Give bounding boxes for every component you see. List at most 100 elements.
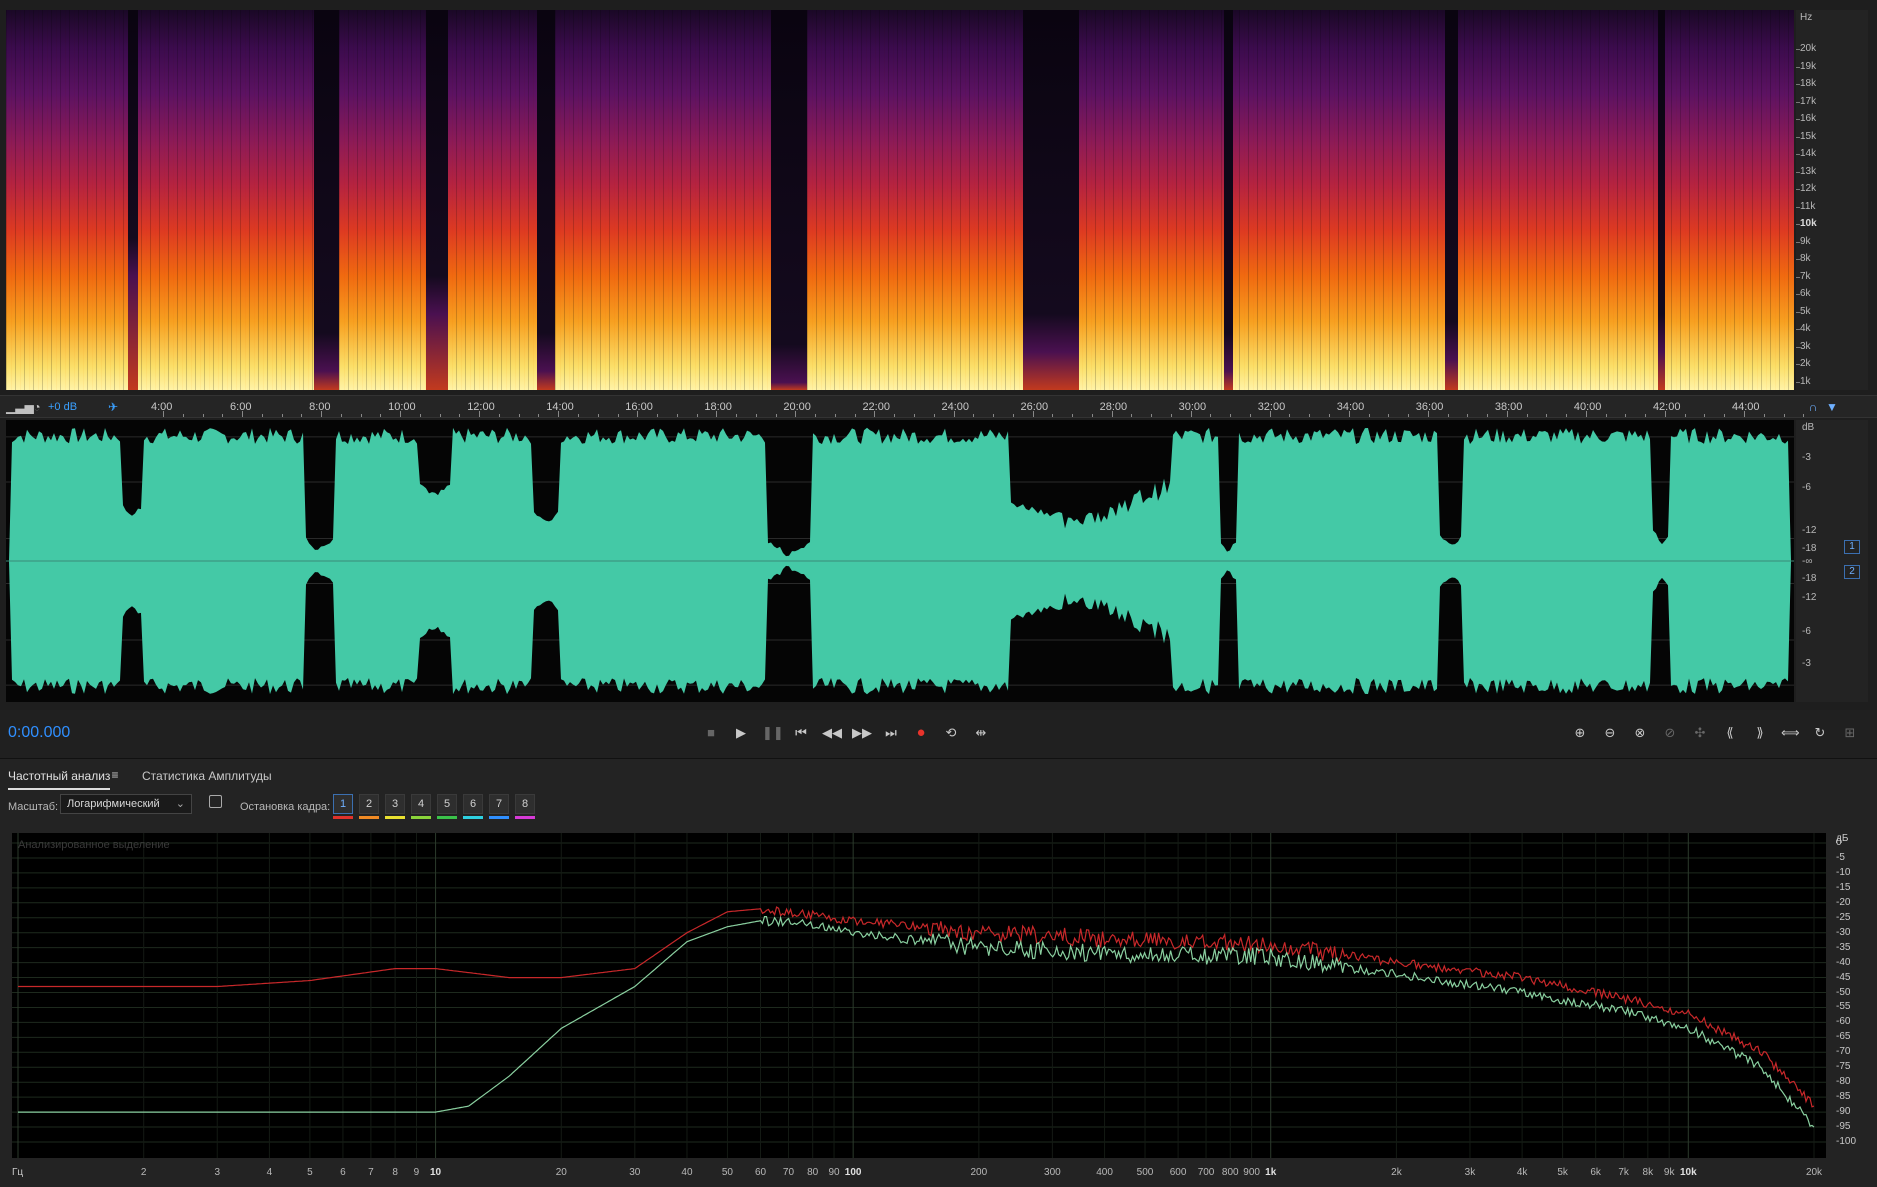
time-tick [933,414,935,417]
time-tick [1408,414,1410,417]
x-axis-label: 7k [1618,1167,1629,1178]
time-tick [400,411,402,417]
tab-amplitude-statistics[interactable]: Статистика Амплитуды [142,769,272,788]
pause-button[interactable]: ❚❚ [762,724,784,742]
timeline-ruler[interactable]: ▁▃▅ ◔ +0 dB ✈ 4:00 6:00 8:00 10:00 12:00 14:0… [0,395,1877,418]
time-tick [1170,414,1172,417]
channel-1-badge[interactable]: 1 [1844,540,1860,554]
time-tick [439,414,441,417]
db-label: -6 [1802,482,1811,493]
zoom-out-amplitude-icon[interactable]: ⊖ [1601,724,1619,742]
hz-tick [1796,66,1800,68]
time-tick [1763,414,1765,417]
stop-button[interactable]: ■ [702,724,720,742]
x-axis-label: 6k [1590,1167,1601,1178]
channel-2-badge[interactable]: 2 [1844,565,1860,579]
frequency-analysis-chart[interactable]: Анализированное выделение [12,833,1826,1158]
frame-hold-button-1[interactable]: 1 [333,794,353,814]
skip-selection-button[interactable]: ⇹ [972,724,990,742]
go-to-start-button[interactable]: ⏮ [792,724,810,742]
loop-button[interactable]: ⟲ [942,724,960,742]
play-button[interactable]: ▶ [732,724,750,742]
gain-knob-icon[interactable]: ◔ [30,400,44,414]
hz-label: 8k [1800,253,1811,264]
time-label: 20:00 [783,401,811,413]
frame-hold-button-3[interactable]: 3 [385,794,405,814]
time-tick [558,411,560,417]
hz-label: 19k [1800,60,1817,72]
frame-hold-button-4[interactable]: 4 [411,794,431,814]
time-tick [1467,414,1469,417]
rewind-button[interactable]: ◀◀ [822,724,842,742]
gain-value[interactable]: +0 dB [48,401,77,413]
zoom-full-icon[interactable]: ⟺ [1781,724,1800,742]
time-tick [1032,411,1034,417]
hz-tick [1796,259,1800,260]
marker-icon[interactable]: ▼ [1825,400,1839,414]
spectrogram-gap [127,10,139,390]
time-tick [1803,414,1805,417]
tab-frequency-analysis[interactable]: Частотный анализ [8,769,111,790]
frame-hold-button-7[interactable]: 7 [489,794,509,814]
x-axis-label: 100 [844,1167,862,1178]
zoom-fit-icon[interactable]: ⊞ [1841,724,1859,742]
signal-meter-icon[interactable]: ▁▃▅ [6,400,34,414]
hz-label: 4k [1800,323,1811,334]
zoom-in-right-icon[interactable]: ⟫ [1751,724,1769,742]
zoom-selection-icon[interactable]: ⊘ [1661,724,1679,742]
go-to-end-button[interactable]: ⏭ [882,724,900,742]
frame-snapshot-icon[interactable] [209,795,222,808]
time-tick [261,414,263,417]
frame-hold-label: Остановка кадра: [240,801,331,813]
y-axis-label: -20 [1836,896,1851,908]
zoom-history-icon[interactable]: ↻ [1811,724,1829,742]
pin-icon[interactable]: ✈ [106,400,120,414]
frame-hold-button-8[interactable]: 8 [515,794,535,814]
hz-label: 9k [1800,235,1811,247]
spectral-frequency-display[interactable] [6,10,1794,390]
x-axis-label: 300 [1044,1167,1061,1178]
frame-color-swatch [515,816,535,819]
time-tick [1151,414,1153,417]
y-axis-label: -75 [1836,1061,1851,1073]
time-label: 18:00 [704,401,732,413]
time-tick [913,414,915,417]
panel-menu-icon[interactable]: ≡ [106,766,124,784]
headphones-icon[interactable]: ∩ [1806,400,1820,414]
x-axis-label: 8 [392,1167,398,1178]
time-tick [459,414,461,417]
x-axis-label: 500 [1136,1167,1154,1178]
record-button[interactable]: ● [912,724,930,742]
scale-label: Масштаб: [8,801,59,813]
fast-forward-button[interactable]: ▶▶ [852,724,872,742]
scale-select[interactable]: Логарифмический ⌄ [60,794,192,814]
x-axis-label: 3k [1464,1167,1476,1178]
time-tick [1783,414,1785,417]
y-axis-label: -60 [1836,1016,1851,1028]
zoom-in-left-icon[interactable]: ⟪ [1721,724,1739,742]
y-axis-label: 0 [1836,837,1842,848]
time-tick [755,414,757,417]
zoom-center-icon[interactable]: ✣ [1691,724,1709,742]
current-time-display[interactable]: 0:00.000 [8,724,70,742]
frame-hold-button-5[interactable]: 5 [437,794,457,814]
x-axis-label: 30 [629,1167,641,1178]
time-tick [1052,414,1054,417]
x-axis-label: 20 [555,1167,567,1178]
amplitude-ruler: dB -3 -6 -12 -18 -∞ -18 -12 -6 -3 1 2 [1796,420,1868,702]
scale-select-value: Логарифмический [67,798,160,810]
time-tick [380,414,382,417]
time-label: 38:00 [1494,401,1523,413]
time-tick [538,414,540,417]
waveform-display[interactable] [6,420,1794,702]
spectrogram-gap [1223,10,1233,390]
x-axis-label: 1k [1265,1167,1277,1178]
zoom-reset-icon[interactable]: ⊗ [1631,724,1649,742]
x-axis-label: 4k [1516,1167,1528,1178]
time-tick [1546,414,1548,417]
frame-hold-button-2[interactable]: 2 [359,794,379,814]
hz-tick [1796,119,1800,120]
zoom-in-amplitude-icon[interactable]: ⊕ [1571,724,1589,742]
frame-hold-button-6[interactable]: 6 [463,794,483,814]
x-axis-label: 50 [721,1167,733,1178]
